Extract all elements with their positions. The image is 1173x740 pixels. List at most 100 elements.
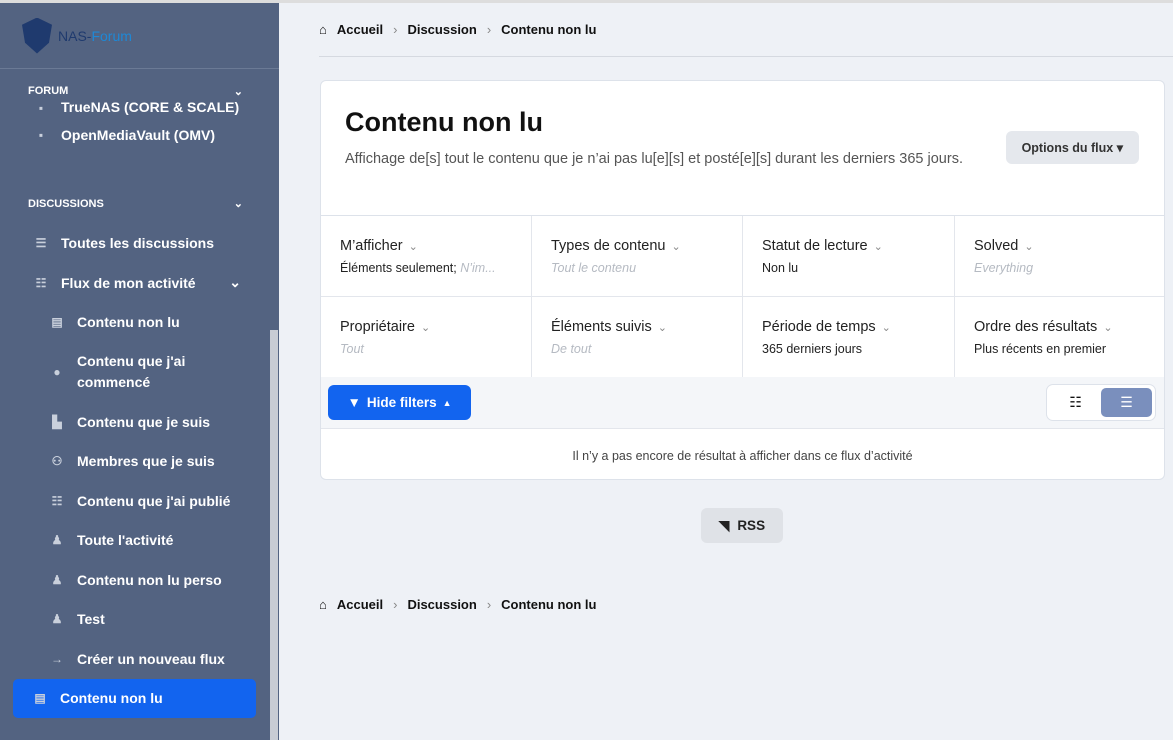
- rss-icon: ◥: [718, 517, 730, 533]
- filter-title: Période de temps: [762, 319, 876, 335]
- chevron-down-icon: ⌄: [233, 198, 243, 210]
- sidebar-item[interactable]: ⚇ Membres que je suis: [0, 442, 279, 482]
- condensed-view-button[interactable]: ☰: [1101, 388, 1152, 417]
- logo-text-accent: Forum: [91, 27, 132, 44]
- user-clock-icon: ♟: [51, 572, 63, 587]
- sidebar-item-label: Créer un nouveau flux: [77, 650, 225, 667]
- section-label: FORUM: [28, 85, 69, 97]
- breadcrumb-discussion[interactable]: Discussion: [407, 597, 476, 612]
- stream-options-button[interactable]: Options du flux ▾: [1005, 131, 1139, 164]
- filter-cell[interactable]: Types de contenu ⌄ Tout le contenu: [532, 216, 743, 297]
- breadcrumb-discussion[interactable]: Discussion: [407, 22, 476, 37]
- sidebar-item[interactable]: ♟ Test: [0, 600, 279, 640]
- filter-cell[interactable]: Période de temps ⌄ 365 derniers jours: [743, 297, 955, 378]
- sidebar-item-truenas[interactable]: ▪ TrueNAS (CORE & SCALE): [0, 97, 279, 115]
- sidebar-item[interactable]: → Créer un nouveau flux: [0, 639, 279, 679]
- section-label: DISCUSSIONS: [28, 197, 104, 210]
- chevron-right-icon: ›: [486, 597, 492, 612]
- breadcrumb-current: Contenu non lu: [501, 22, 597, 37]
- stream-card: Contenu non lu Affichage de[s] tout le c…: [320, 80, 1165, 480]
- sidebar-item[interactable]: ☰ Toutes les discussions: [0, 224, 279, 264]
- sidebar-item[interactable]: ● Contenu que j'ai commencé: [0, 342, 279, 402]
- filter-value: 365 derniers jours: [762, 342, 863, 356]
- filter-value-extra: N’im...: [460, 261, 496, 275]
- chevron-down-icon: ⌄: [873, 241, 883, 253]
- chevron-right-icon: ›: [486, 22, 492, 37]
- checklist-icon: ☷: [35, 275, 47, 290]
- file-clock-icon: ▙: [52, 414, 62, 429]
- sidebar-item-label: Contenu non lu perso: [77, 571, 222, 588]
- chevron-down-icon: ⌄: [408, 241, 418, 253]
- sidebar-item-label: TrueNAS (CORE & SCALE): [61, 99, 240, 115]
- page-title: Contenu non lu: [345, 107, 543, 137]
- sidebar-item-active[interactable]: ▤ Contenu non lu: [13, 678, 256, 718]
- filter-value: Tout: [340, 342, 364, 356]
- rss-button[interactable]: ◥ RSS: [701, 508, 783, 543]
- filter-cell[interactable]: Propriétaire ⌄ Tout: [321, 297, 532, 378]
- sidebar-item-label: Contenu que j'ai publié: [77, 492, 231, 509]
- filter-cell[interactable]: Statut de lecture ⌄ Non lu: [743, 216, 955, 297]
- filter-title: Solved: [974, 238, 1019, 254]
- filter-title: Ordre des résultats: [974, 319, 1098, 335]
- list-icon: ☰: [35, 236, 47, 251]
- sidebar-item[interactable]: ▤ Contenu non lu: [0, 303, 279, 343]
- sidebar-item[interactable]: ☷ Contenu que j'ai publié: [0, 481, 279, 521]
- filter-cell[interactable]: M’afficher ⌄ Éléments seulement; N’im...: [321, 216, 532, 297]
- sidebar-item-label: Contenu que je suis: [77, 413, 211, 430]
- filter-cell[interactable]: Solved ⌄ Everything: [955, 216, 1164, 297]
- chevron-down-icon: ⌄: [881, 322, 891, 334]
- caret-up-icon: ▲: [442, 397, 452, 408]
- page-description: Affichage de[s] tout le contenu que je n…: [345, 151, 963, 167]
- arrow-right-icon: →: [51, 651, 63, 666]
- chevron-down-icon: ⌄: [420, 322, 431, 334]
- chevron-down-icon: ⌄: [1103, 322, 1113, 334]
- filter-cell[interactable]: Ordre des résultats ⌄ Plus récents en prem…: [955, 297, 1164, 378]
- filter-value: Everything: [974, 261, 1034, 275]
- filter-cell[interactable]: Éléments suivis ⌄ De tout: [532, 297, 743, 378]
- hide-filters-button[interactable]: ▼ Hide filters ▲: [328, 385, 471, 420]
- caret-down-icon: ▾: [1116, 141, 1123, 155]
- sidebar-item[interactable]: ♟ Contenu non lu perso: [0, 560, 279, 600]
- home-icon: ⌂: [319, 597, 327, 612]
- chevron-right-icon: ›: [393, 597, 398, 612]
- sidebar-item[interactable]: ▙ Contenu que je suis: [0, 402, 279, 442]
- image-file-icon: ▪: [38, 127, 44, 142]
- filter-value: Non lu: [762, 261, 799, 275]
- sidebar-item-omv[interactable]: ▪ OpenMediaVault (OMV): [0, 115, 279, 155]
- user-clock-icon: ♟: [51, 533, 63, 548]
- filter-value: Éléments seulement;: [340, 261, 457, 275]
- scrollbar[interactable]: [270, 330, 278, 740]
- breadcrumb-home[interactable]: Accueil: [337, 22, 383, 37]
- filter-title: Statut de lecture: [762, 238, 868, 254]
- sidebar-item-label: Contenu que j'ai commencé: [77, 353, 186, 390]
- main-content: ⌂ Accueil › Discussion › Contenu non lu Conte…: [279, 0, 1173, 740]
- view-toggle: ☷ ☰: [1046, 384, 1156, 421]
- expanded-view-button[interactable]: ☷: [1050, 388, 1101, 417]
- home-icon: ⌂: [319, 22, 327, 37]
- filter-value: De tout: [551, 342, 592, 356]
- empty-message: Il n’y a pas encore de résultat à affich…: [572, 449, 913, 463]
- discussions-section-header[interactable]: DISCUSSIONS ⌄: [0, 184, 279, 224]
- sidebar-item-label: OpenMediaVault (OMV): [61, 126, 216, 143]
- sidebar-item[interactable]: ♟ Toute l'activité: [0, 521, 279, 561]
- logo[interactable]: NAS-Forum: [0, 3, 279, 69]
- sidebar-item-label: Flux de mon activité: [61, 274, 196, 291]
- sidebar-item-label: Toutes les discussions: [61, 235, 215, 252]
- checklist-icon: ☷: [51, 493, 63, 508]
- hide-filters-label: Hide filters: [366, 395, 437, 410]
- sidebar-item-label: Contenu non lu: [77, 314, 180, 331]
- users-icon: ⚇: [51, 454, 63, 469]
- rss-label: RSS: [737, 518, 766, 533]
- sidebar-item-label: Toute l'activité: [77, 532, 174, 549]
- divider: [319, 56, 1173, 57]
- filter-value: Tout le contenu: [551, 261, 637, 275]
- image-file-icon: ▪: [38, 101, 44, 115]
- chevron-down-icon: ⌄: [671, 241, 681, 253]
- sidebar-item[interactable]: ☷ Flux de mon activité ⌄: [0, 263, 279, 303]
- chevron-down-icon: ⌄: [233, 85, 243, 98]
- chevron-down-icon: ⌄: [229, 274, 241, 291]
- sidebar: NAS-Forum FORUM ⌄ ▪ TrueNAS (CORE & SCALE)…: [0, 0, 279, 740]
- breadcrumb-home[interactable]: Accueil: [337, 597, 383, 612]
- chevron-down-icon: ⌄: [657, 322, 667, 334]
- sidebar-item-label: Test: [77, 611, 105, 628]
